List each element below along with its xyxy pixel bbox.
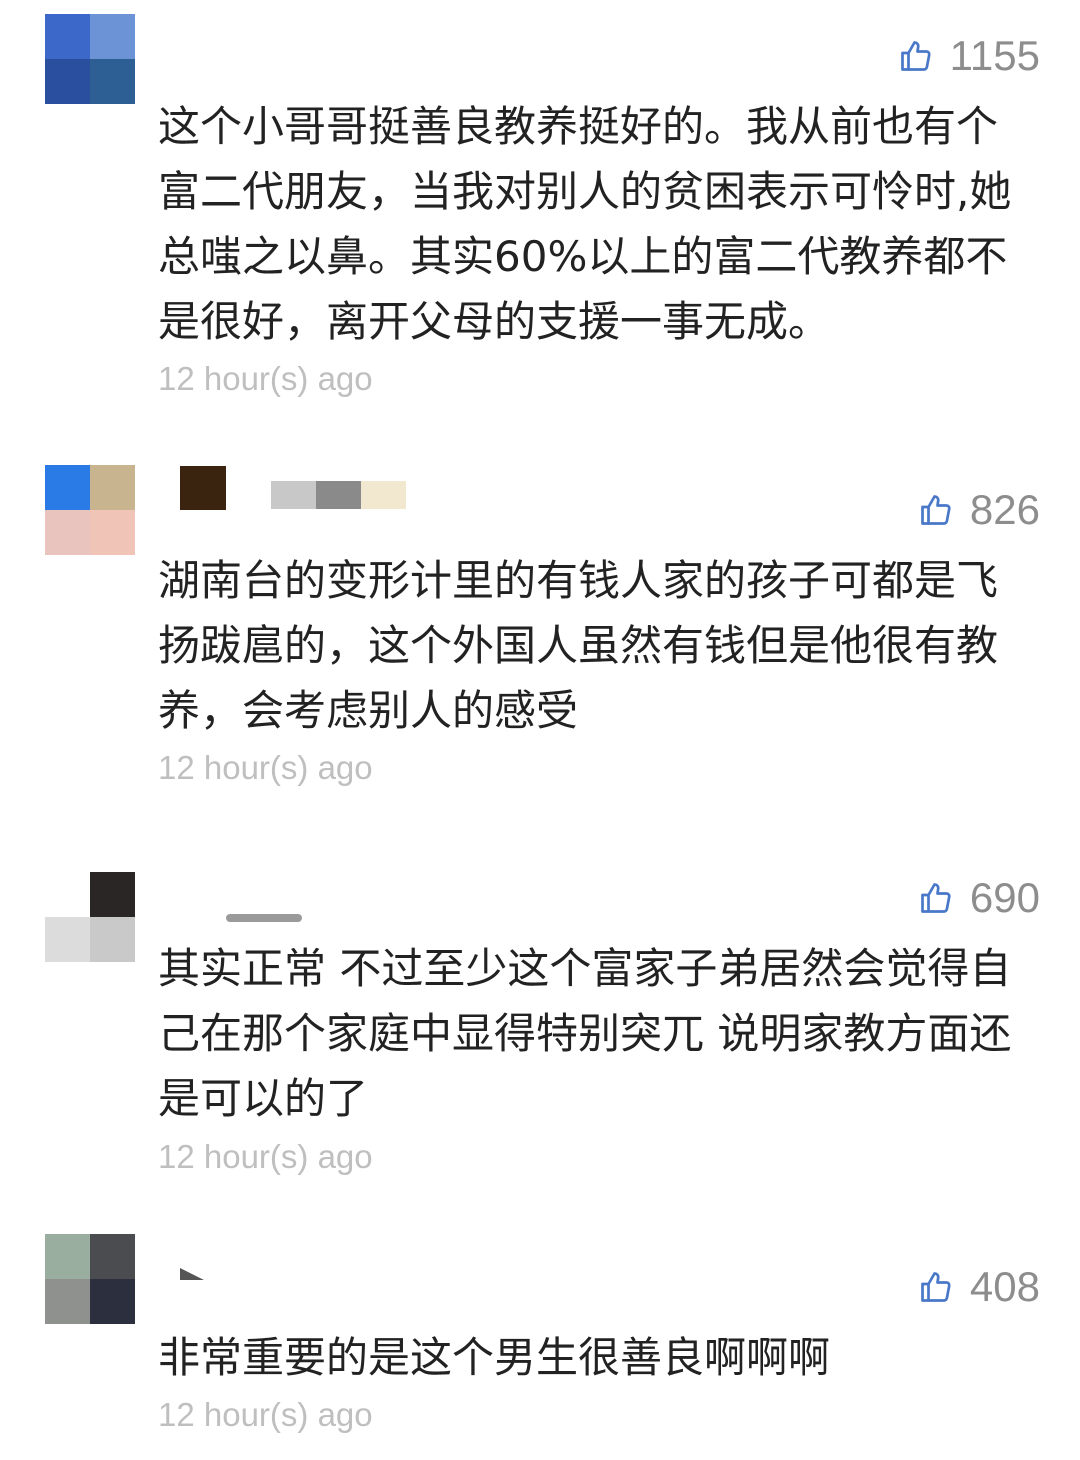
- avatar-tile: [90, 14, 135, 59]
- thumbs-up-icon: [900, 41, 931, 71]
- avatar-tile: [45, 14, 90, 59]
- username-blur: [180, 1268, 204, 1280]
- username-blur: [226, 914, 302, 922]
- like-button[interactable]: 408: [918, 1263, 1040, 1311]
- username-blur: [316, 481, 361, 509]
- like-button[interactable]: 690: [918, 874, 1040, 922]
- like-count: 826: [969, 486, 1040, 533]
- avatar-tile: [45, 1279, 90, 1324]
- like-count: 408: [969, 1263, 1040, 1310]
- avatar-tile: [90, 872, 135, 917]
- timestamp: 12 hour(s) ago: [158, 360, 373, 397]
- username[interactable]: [226, 914, 302, 922]
- timestamp: 12 hour(s) ago: [158, 749, 373, 786]
- username-badge: [271, 481, 406, 509]
- timestamp: 12 hour(s) ago: [158, 1138, 373, 1175]
- avatar[interactable]: [45, 872, 135, 962]
- avatar-tile: [90, 1234, 135, 1279]
- avatar-tile: [90, 465, 135, 510]
- thumbs-up-icon: [921, 1272, 951, 1302]
- like-count: 690: [969, 874, 1040, 921]
- avatar[interactable]: [45, 1234, 135, 1324]
- comment-text: 湖南台的变形计里的有钱人家的孩子可都是飞扬跋扈的，这个外国人虽然有钱但是他很有教…: [158, 556, 999, 735]
- username[interactable]: [180, 466, 226, 510]
- avatar[interactable]: [45, 14, 135, 104]
- username[interactable]: [180, 1268, 204, 1280]
- avatar-tile: [90, 917, 135, 962]
- avatar-tile: [45, 510, 90, 555]
- username-blur: [180, 466, 226, 510]
- avatar-tile: [90, 1279, 135, 1324]
- avatar[interactable]: [45, 465, 135, 555]
- thumbs-up-icon: [921, 883, 951, 913]
- comment-text: 其实正常 不过至少这个富家子弟居然会觉得自己在那个家庭中显得特别突兀 说明家教方…: [158, 944, 1012, 1123]
- like-button[interactable]: 1155: [898, 32, 1040, 80]
- username-blur: [271, 481, 316, 509]
- like-count: 1155: [949, 32, 1040, 79]
- comment-text: 非常重要的是这个男生很善良啊啊啊: [158, 1333, 831, 1382]
- avatar-tile: [90, 510, 135, 555]
- avatar-tile: [45, 917, 90, 962]
- avatar-tile: [45, 59, 90, 104]
- thumbs-up-icon: [921, 495, 951, 525]
- avatar-tile: [45, 1234, 90, 1279]
- avatar-tile: [90, 59, 135, 104]
- avatar-tile: [45, 872, 90, 917]
- avatar-tile: [45, 465, 90, 510]
- like-button[interactable]: 826: [918, 486, 1040, 534]
- timestamp: 12 hour(s) ago: [158, 1396, 373, 1433]
- comment-text: 这个小哥哥挺善良教养挺好的。我从前也有个富二代朋友，当我对别人的贫困表示可怜时,…: [158, 102, 1012, 346]
- username-blur: [361, 481, 406, 509]
